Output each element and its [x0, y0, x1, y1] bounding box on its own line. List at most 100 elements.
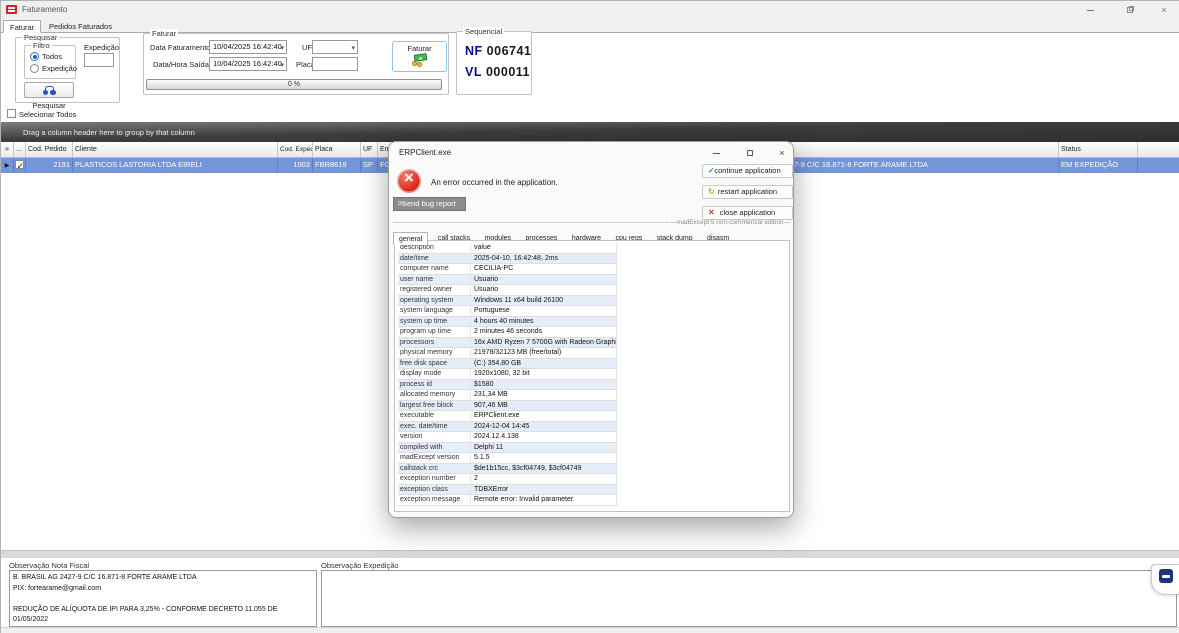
col-header-status[interactable]: Status	[1058, 142, 1138, 158]
value-cell: 2024-12-04 14:45	[471, 422, 617, 433]
faturar-button[interactable]: Faturar	[392, 41, 447, 72]
table-row: registered ownerUsuario	[398, 285, 617, 296]
description-cell: program up time	[398, 327, 471, 338]
col-header-uf[interactable]: UF	[361, 142, 378, 158]
value-cell: ERPClient.exe	[471, 411, 617, 422]
nf-sequencial: NF006741	[465, 44, 531, 58]
value-cell: 2	[471, 474, 617, 485]
grid-horizontal-scrollbar[interactable]	[1, 550, 1179, 558]
obs-expedicao-label: Observação Expedição	[321, 561, 399, 570]
col-header-placa[interactable]: Placa	[313, 142, 361, 158]
value-cell: (C:) 354,80 GB	[471, 359, 617, 370]
app-logo-icon	[6, 5, 17, 14]
data-hora-saida-combo[interactable]: 10/04/2025 16:42:40▾	[209, 57, 287, 71]
grid-corner-icon[interactable]: ∗	[1, 142, 14, 158]
pesquisar-button-label: Pesquisar	[32, 101, 65, 110]
send-bug-report-button[interactable]: ✉ send bug report	[393, 197, 466, 211]
placa-input[interactable]	[312, 57, 358, 71]
table-row: exception messageRemote error: Invalid p…	[398, 495, 617, 506]
table-row: exception number2	[398, 474, 617, 485]
groupby-hint: Drag a column header here to group by th…	[23, 128, 195, 137]
selecionar-todos-checkbox[interactable]	[7, 109, 16, 118]
pesquisar-group: Pesquisar Filtro Todos Expedição Expediç…	[15, 37, 120, 103]
pesquisar-button[interactable]: Pesquisar	[24, 82, 74, 98]
restore-button[interactable]	[1119, 4, 1141, 16]
value-cell: Remote error: Invalid parameter.	[471, 495, 617, 506]
description-cell: user name	[398, 275, 471, 286]
dialog-maximize-button[interactable]	[741, 147, 759, 159]
teamviewer-dock-tab[interactable]	[1151, 564, 1179, 595]
table-row: display mode1920x1080, 32 bit	[398, 369, 617, 380]
filtro-group-label: Filtro	[31, 41, 52, 50]
radio-expedicao[interactable]	[30, 64, 39, 73]
faturar-group-label: Faturar	[150, 29, 178, 38]
description-cell: free disk space	[398, 359, 471, 370]
value-cell: TDBXError	[471, 485, 617, 496]
uf-label: UF	[302, 43, 312, 52]
close-button[interactable]: ×	[1153, 4, 1175, 16]
row-checkbox-cell[interactable]	[14, 158, 26, 173]
col-header-cliente[interactable]: Cliente	[73, 142, 278, 158]
envelope-icon: ✉	[398, 198, 405, 210]
table-row: compiled withDelphi 11	[398, 443, 617, 454]
window-title: Faturamento	[22, 5, 67, 14]
data-faturamento-label: Data Faturamento	[150, 43, 210, 52]
expedicao-input[interactable]	[84, 53, 114, 67]
description-cell: largest free block	[398, 401, 471, 412]
nf-value: 006741	[487, 44, 532, 58]
radio-expedicao-label: Expedição	[42, 64, 77, 73]
table-row: largest free block907,46 MB	[398, 401, 617, 412]
tab-faturar[interactable]: Faturar	[3, 20, 41, 33]
data-faturamento-combo[interactable]: 10/04/2025 16:42:40▾	[209, 40, 287, 54]
table-row: exception classTDBXError	[398, 485, 617, 496]
cell-observacao-fragment: 7-9 C/C 16.871-8 FORTE ARAME LTDA	[792, 158, 1058, 173]
sequencial-group: Sequencial NF006741 VL000011	[456, 31, 532, 95]
obs-nota-fiscal-textarea[interactable]: B. BRASIL AG 2427-9 C/C 16.871-8 FORTE A…	[9, 570, 317, 627]
tab-pedidos-faturados[interactable]: Pedidos Faturados	[43, 20, 118, 33]
col-header-extra[interactable]	[1138, 142, 1179, 158]
status-bar	[1, 627, 1179, 633]
description-cell: exec. date/time	[398, 422, 471, 433]
grid-groupby-band[interactable]: Drag a column header here to group by th…	[1, 122, 1179, 142]
table-row: allocated memory231,34 MB	[398, 390, 617, 401]
description-cell: callstack crc	[398, 464, 471, 475]
value-cell: Usuario	[471, 275, 617, 286]
value-cell: 21978/32123 MB (free/total)	[471, 348, 617, 359]
col-header-checkbox[interactable]: ...	[14, 142, 26, 158]
description-cell: registered owner	[398, 285, 471, 296]
teamviewer-icon	[1159, 569, 1173, 583]
col-header-cod-pedido[interactable]: Cod. Pedido	[26, 142, 73, 158]
obs-expedicao-textarea[interactable]	[321, 570, 1177, 627]
dialog-tab-general[interactable]: general	[393, 232, 428, 245]
value-cell: value	[471, 243, 617, 254]
description-cell: operating system	[398, 296, 471, 307]
minimize-button[interactable]	[1079, 4, 1101, 16]
restart-arrow-icon: ↻	[708, 186, 715, 198]
row-checkbox[interactable]	[15, 160, 24, 169]
dialog-title: ERPClient.exe	[399, 148, 451, 157]
table-row: exec. date/time2024-12-04 14:45	[398, 422, 617, 433]
chevron-down-icon: ▾	[351, 43, 355, 55]
restart-application-button[interactable]: ↻ restart application	[702, 185, 793, 199]
description-cell: exception class	[398, 485, 471, 496]
table-row: operating systemWindows 11 x64 build 261…	[398, 296, 617, 307]
description-cell: system language	[398, 306, 471, 317]
value-cell: 2024.12.4.138	[471, 432, 617, 443]
radio-todos[interactable]	[30, 52, 39, 61]
cell-status: EM EXPEDIÇÃO	[1058, 158, 1138, 173]
uf-combo[interactable]: ▾	[312, 40, 358, 54]
value-cell: Portuguese	[471, 306, 617, 317]
col-header-cod-expedicao[interactable]: Cod. Expedição	[278, 142, 313, 158]
radio-todos-label: Todos	[42, 52, 62, 61]
binoculars-icon	[43, 86, 56, 95]
dialog-close-button[interactable]: ×	[773, 147, 791, 159]
value-cell: 2025-04-10, 16:42:48, 2ms	[471, 254, 617, 265]
dialog-minimize-button[interactable]	[707, 147, 725, 159]
continue-application-button[interactable]: ✓ continue application	[702, 164, 793, 178]
cell-placa: FBR8619	[313, 158, 361, 173]
chevron-down-icon: ▾	[280, 43, 284, 55]
description-cell: executable	[398, 411, 471, 422]
cell-uf: SP	[361, 158, 378, 173]
value-cell: 5.1.5	[471, 453, 617, 464]
table-row: callstack crc$de1b15cc, $3cf04749, $3cf0…	[398, 464, 617, 475]
